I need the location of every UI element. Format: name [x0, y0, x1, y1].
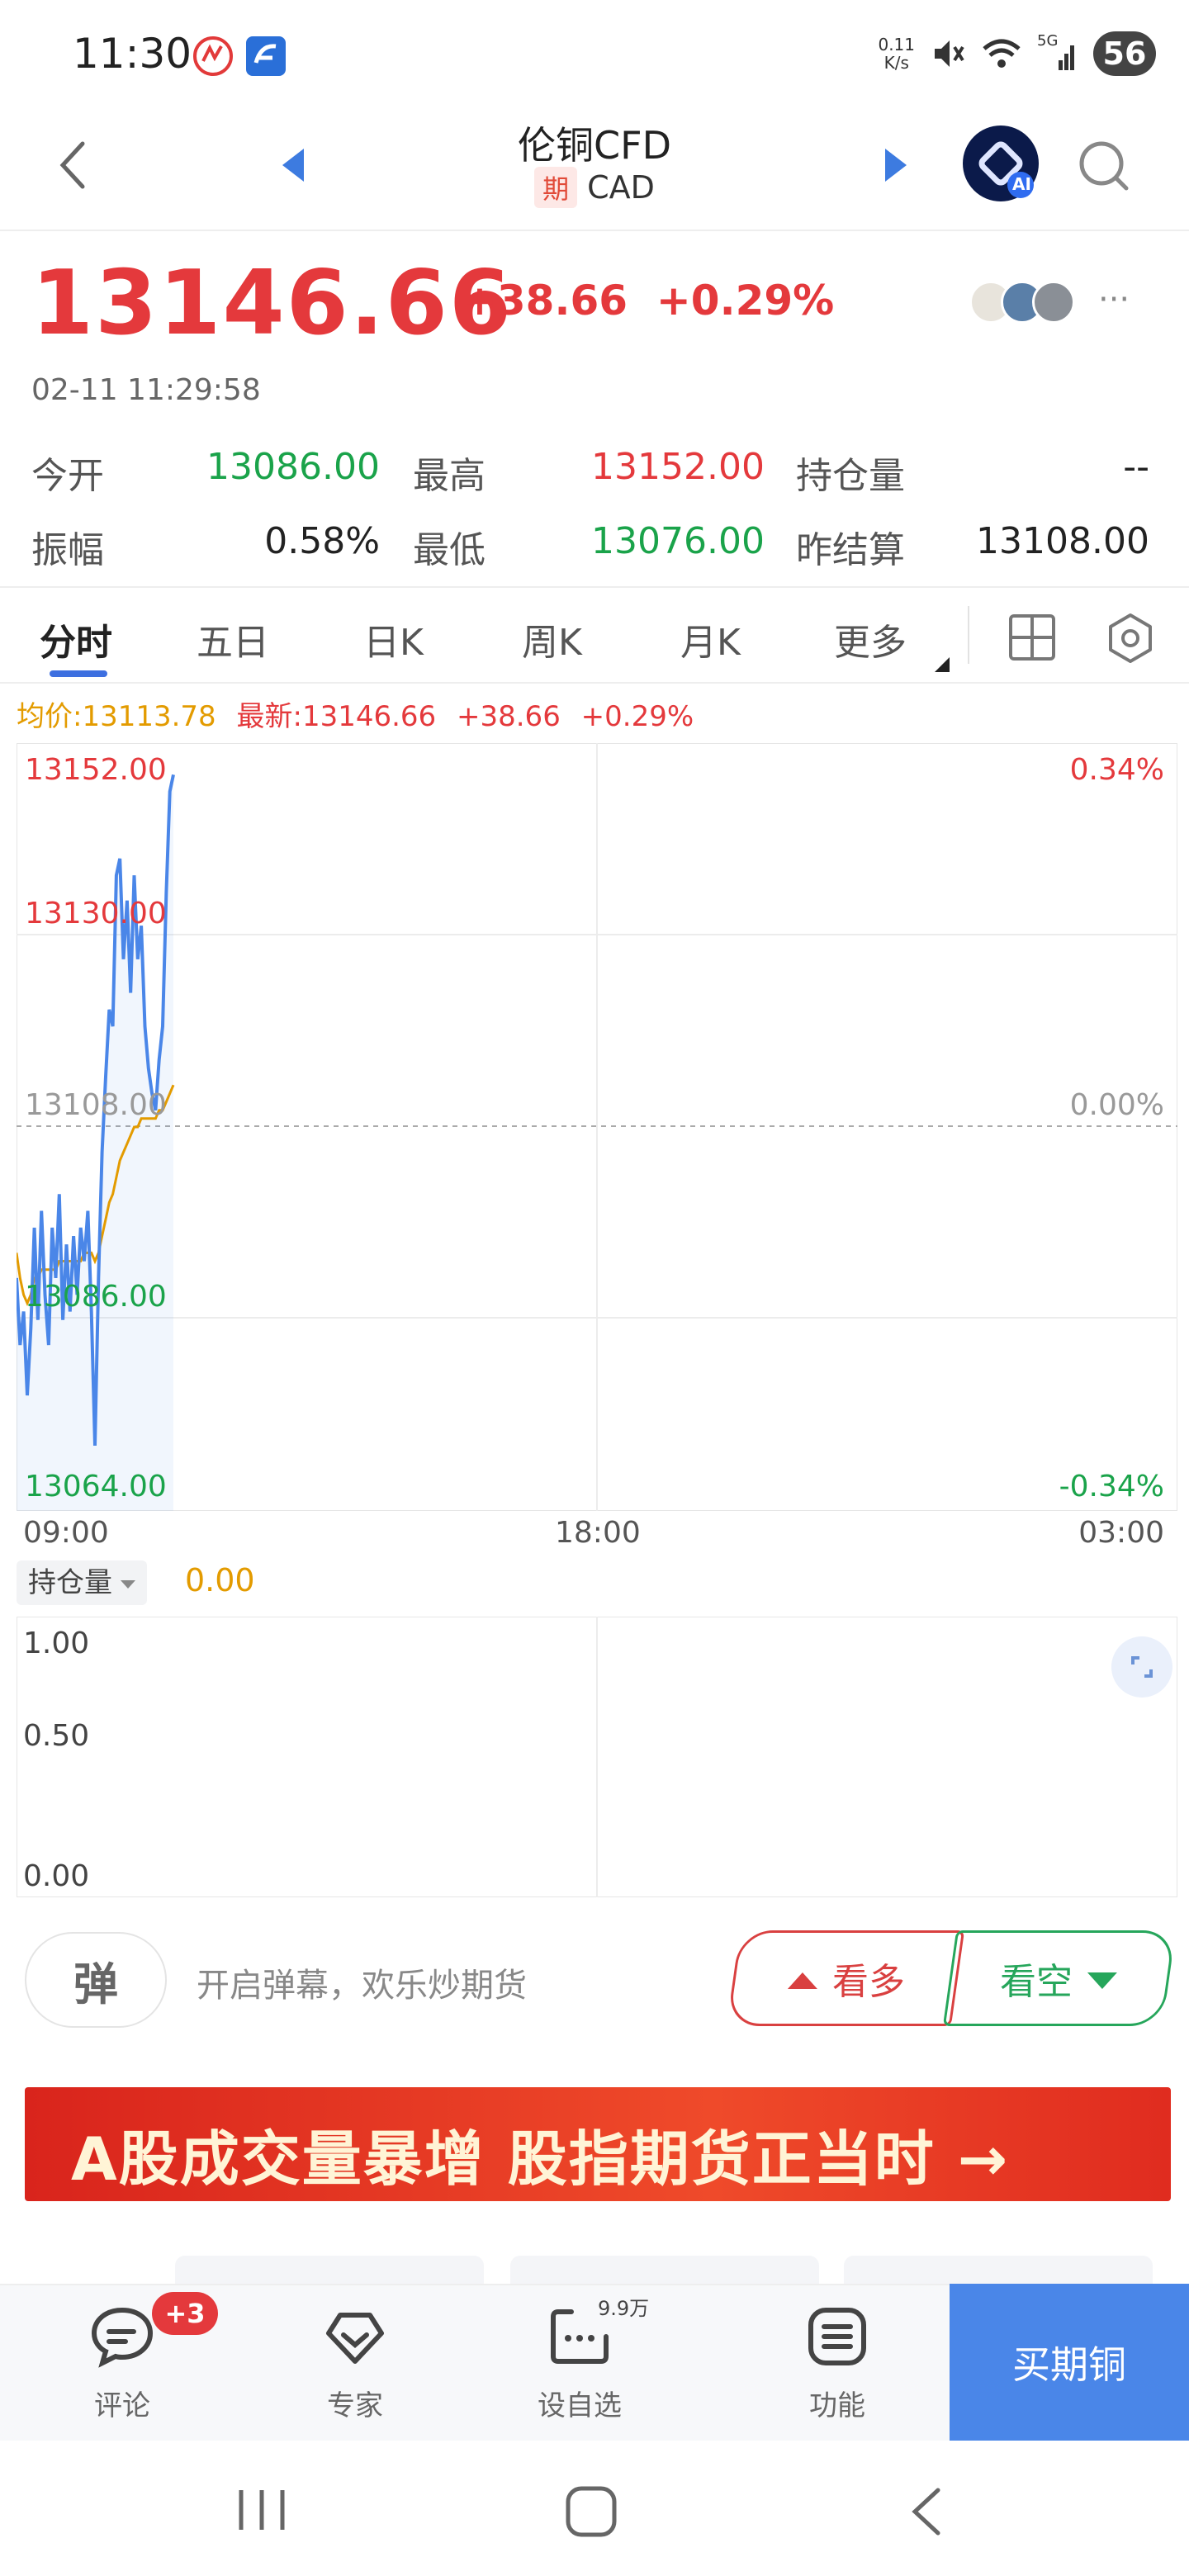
- battery-icon: 56: [1093, 31, 1156, 76]
- home-icon[interactable]: [565, 2485, 618, 2538]
- comment-icon: [91, 2307, 154, 2368]
- more-options-icon[interactable]: ···: [1098, 281, 1130, 319]
- status-indicators: 0.11 K/s 5G 56: [878, 31, 1156, 76]
- chart-info-line: 均价:13113.78 最新:13146.66 +38.66 +0.29%: [17, 694, 705, 734]
- system-nav: [0, 2441, 1189, 2576]
- settle-value: 13108.00: [976, 520, 1149, 562]
- amplitude-value: 0.58%: [264, 520, 380, 562]
- indicator-value: 0.00: [185, 1562, 255, 1598]
- expert-icon: [326, 2313, 384, 2364]
- up-triangle-icon: [786, 1958, 819, 2000]
- high-label: 最高: [413, 455, 486, 497]
- header: 伦铜CFD 期 CAD AI: [0, 107, 1189, 231]
- y-label-low: 13064.00: [25, 1470, 167, 1503]
- notification-icons: [192, 35, 287, 78]
- status-bar: 11:30 0.11 K/s 5G 56: [0, 0, 1189, 107]
- mute-icon: [935, 40, 964, 67]
- chart-tabs: 分时 五日 日K 周K 月K 更多: [0, 586, 1189, 684]
- quote-timestamp: 02-11 11:29:58: [31, 373, 261, 407]
- price-change: +38.66 +0.29%: [462, 277, 835, 324]
- avatar: [1032, 281, 1075, 324]
- open-value: 13086.00: [206, 446, 380, 488]
- position-chart[interactable]: [17, 1617, 1177, 1897]
- quote-stats: 今开 13086.00 最高 13152.00 持仓量 -- 振幅 0.58% …: [31, 446, 1154, 594]
- pos-y-top: 1.00: [23, 1627, 90, 1660]
- pos-y-bottom: 0.00: [23, 1859, 90, 1893]
- active-tab-indicator: [50, 670, 107, 677]
- layout-grid-icon[interactable]: [1007, 613, 1057, 662]
- comment-badge: +3: [152, 2292, 218, 2335]
- nav-expert[interactable]: 专家: [281, 2285, 429, 2442]
- tab-weekly-k[interactable]: 周K: [522, 613, 582, 665]
- bearish-button[interactable]: 看空: [942, 1930, 1177, 2026]
- x-label-end: 03:00: [1078, 1516, 1164, 1550]
- tab-daily-k[interactable]: 日K: [363, 613, 424, 665]
- tab-more[interactable]: 更多: [834, 613, 907, 665]
- y-label-lower: 13086.00: [25, 1280, 167, 1314]
- pct-label-mid: 0.00%: [1069, 1088, 1164, 1122]
- danmu-icon: 弹: [73, 1958, 118, 2010]
- system-back-icon[interactable]: [905, 2485, 946, 2538]
- open-label: 今开: [31, 455, 104, 497]
- latest-change-pct: +0.29%: [580, 700, 694, 733]
- danmu-hint[interactable]: 开启弹幕，欢乐炒期货: [197, 1958, 527, 2006]
- net-speed: 0.11 K/s: [878, 35, 915, 73]
- promo-banner[interactable]: A股成交量暴增 股指期货正当时 →: [25, 2087, 1171, 2201]
- settings-icon[interactable]: [1105, 613, 1156, 664]
- low-value: 13076.00: [591, 520, 765, 562]
- search-icon[interactable]: [1075, 137, 1133, 195]
- y-label-high: 13152.00: [25, 753, 167, 787]
- futures-tag: 期: [534, 167, 578, 208]
- x-label-mid: 18:00: [555, 1516, 641, 1550]
- pct-label-low: -0.34%: [1059, 1470, 1164, 1503]
- dropdown-caret-icon: [121, 1579, 135, 1589]
- tab-five-day[interactable]: 五日: [197, 613, 269, 665]
- nav-function[interactable]: 功能: [763, 2285, 912, 2442]
- broker-app-icon: [246, 36, 286, 76]
- pct-label-high: 0.34%: [1069, 753, 1164, 787]
- latest-price: 最新:13146.66: [236, 700, 437, 733]
- tab-monthly-k[interactable]: 月K: [680, 613, 741, 665]
- amplitude-label: 振幅: [31, 529, 104, 571]
- next-symbol-icon[interactable]: [883, 147, 908, 183]
- stats-row-2: 振幅 0.58% 最低 13076.00 昨结算 13108.00: [31, 520, 1154, 594]
- oi-label: 持仓量: [796, 455, 905, 497]
- recent-apps-icon[interactable]: [233, 2487, 291, 2533]
- settle-label: 昨结算: [796, 529, 905, 571]
- x-label-start: 09:00: [23, 1516, 109, 1550]
- y-label-upper: 13130.00: [25, 897, 167, 930]
- status-time: 11:30: [73, 30, 192, 78]
- expand-icon[interactable]: [1111, 1636, 1172, 1698]
- function-icon: [808, 2308, 866, 2365]
- bullish-label: 看多: [832, 1961, 905, 2003]
- wifi-icon: [983, 39, 1021, 68]
- buy-button[interactable]: 买期铜: [950, 2284, 1189, 2441]
- y-label-mid: 13108.00: [25, 1088, 167, 1122]
- down-triangle-icon: [1086, 1958, 1119, 2000]
- low-label: 最低: [413, 529, 486, 571]
- intraday-chart[interactable]: [17, 743, 1177, 1511]
- viewer-avatars[interactable]: [969, 281, 1075, 324]
- app-notification-icon: [193, 36, 233, 76]
- bearish-label: 看空: [1000, 1961, 1073, 2003]
- danmu-toggle-button[interactable]: 弹: [25, 1932, 167, 2028]
- average-price: 均价:13113.78: [17, 700, 216, 733]
- latest-change: +38.66: [457, 700, 561, 733]
- tab-divider: [968, 606, 969, 664]
- more-corner-icon: [935, 657, 950, 672]
- tab-intraday[interactable]: 分时: [40, 613, 112, 665]
- indicator-selector[interactable]: 持仓量: [17, 1560, 147, 1605]
- banner-text: A股成交量暴增 股指期货正当时 →: [71, 2124, 1010, 2194]
- ai-assistant-icon[interactable]: AI: [963, 125, 1039, 201]
- last-price: 13146.66: [31, 252, 514, 355]
- signal-icon: 5G: [1037, 32, 1078, 72]
- watchlist-count: 9.9万: [598, 2297, 650, 2320]
- oi-value: --: [1123, 446, 1149, 488]
- stats-row-1: 今开 13086.00 最高 13152.00 持仓量 --: [31, 446, 1154, 520]
- high-value: 13152.00: [591, 446, 765, 488]
- bullish-button[interactable]: 看多: [726, 1930, 965, 2026]
- pos-y-mid: 0.50: [23, 1719, 90, 1753]
